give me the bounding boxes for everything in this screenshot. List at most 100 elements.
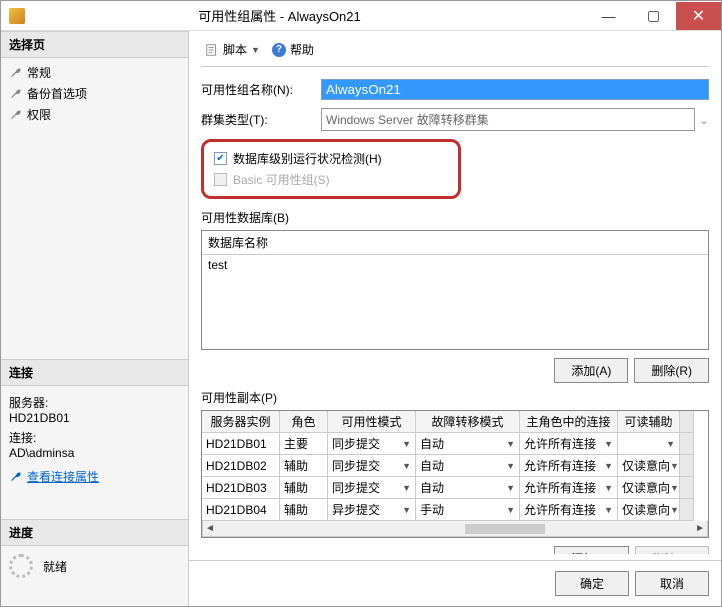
databases-label: 可用性数据库(B) [201,209,709,226]
window-controls: — ▢ ✕ [586,2,721,30]
help-icon: ? [272,43,286,57]
chevron-down-icon: ▼ [402,483,411,493]
replica-buttons: 添加(D) 删除(E) [201,546,709,554]
help-button[interactable]: ? 帮助 [268,39,318,60]
ok-button[interactable]: 确定 [555,571,629,596]
checkbox-checked-icon: ✔ [214,152,227,165]
db-remove-button[interactable]: 删除(R) [634,358,709,383]
chevron-down-icon: ▼ [604,461,613,471]
main-panel: 脚本 ▼ ? 帮助 可用性组名称(N): 群集类型(T): Windows Se [189,31,721,606]
cell-role: 主要 [280,433,328,455]
horizontal-scrollbar[interactable]: ◄ ► [202,521,708,537]
cell-mode[interactable]: 同步提交▼ [328,477,416,499]
server-value: HD21DB01 [9,411,180,425]
cell-server: HD21DB03 [202,477,280,499]
replica-row[interactable]: HD21DB03辅助同步提交▼自动▼允许所有连接▼仅读意向▼ [202,477,708,499]
cell-failover[interactable]: 自动▼ [416,477,520,499]
view-connection-properties[interactable]: 查看连接属性 [9,468,180,485]
chevron-down-icon: ⌄ [699,113,709,127]
close-button[interactable]: ✕ [676,2,721,30]
script-icon [205,43,219,57]
scroll-spacer [680,455,694,477]
replica-row[interactable]: HD21DB02辅助同步提交▼自动▼允许所有连接▼仅读意向▼ [202,455,708,477]
content-area: 选择页 常规 备份首选项 权限 连接 服务器: HD21DB01 [1,31,721,606]
cell-role: 辅助 [280,455,328,477]
cell-server: HD21DB01 [202,433,280,455]
col-primary-conn: 主角色中的连接 [520,411,618,433]
dialog-buttons: 确定 取消 [189,560,721,606]
cell-primary_conn[interactable]: 允许所有连接▼ [520,455,618,477]
cell-primary_conn[interactable]: 允许所有连接▼ [520,433,618,455]
app-icon [9,8,25,24]
conn-label: 连接: [9,429,180,446]
cell-server: HD21DB04 [202,499,280,521]
toolbar: 脚本 ▼ ? 帮助 [201,39,709,67]
chevron-down-icon: ▼ [251,45,260,55]
wrench-icon [9,470,23,484]
cell-failover[interactable]: 手动▼ [416,499,520,521]
cell-readable[interactable]: ▼ [618,433,680,455]
nav-permissions[interactable]: 权限 [9,104,180,125]
ag-name-input[interactable] [321,79,709,100]
cell-server: HD21DB02 [202,455,280,477]
basic-ag-label: Basic 可用性组(S) [233,171,330,188]
script-button[interactable]: 脚本 ▼ [201,39,264,60]
connection-header: 连接 [1,359,188,386]
scroll-right-icon[interactable]: ► [695,523,705,534]
maximize-button[interactable]: ▢ [631,2,676,30]
nav-list: 常规 备份首选项 权限 [1,58,188,129]
ag-name-row: 可用性组名称(N): [201,79,709,100]
nav-backup-prefs[interactable]: 备份首选项 [9,83,180,104]
nav-label: 备份首选项 [27,85,87,102]
db-add-button[interactable]: 添加(A) [554,358,628,383]
cell-failover[interactable]: 自动▼ [416,455,520,477]
chevron-down-icon: ▼ [402,439,411,449]
dialog-window: 可用性组属性 - AlwaysOn21 — ▢ ✕ 选择页 常规 备份首选项 [0,0,722,607]
cluster-type-select[interactable]: Windows Server 故障转移群集 [321,108,695,131]
chevron-down-icon: ▼ [666,439,675,449]
replica-row[interactable]: HD21DB01主要同步提交▼自动▼允许所有连接▼ ▼ [202,433,708,455]
chevron-down-icon: ▼ [670,483,679,493]
chevron-down-icon: ▼ [506,461,515,471]
ready-label: 就绪 [43,558,67,575]
chevron-down-icon: ▼ [506,439,515,449]
db-row[interactable]: test [202,255,708,275]
cell-mode[interactable]: 同步提交▼ [328,455,416,477]
replicas-label: 可用性副本(P) [201,389,709,406]
cell-readable[interactable]: 仅读意向▼ [618,499,680,521]
cell-primary_conn[interactable]: 允许所有连接▼ [520,499,618,521]
db-column-header: 数据库名称 [202,231,708,255]
replica-add-button[interactable]: 添加(D) [554,546,629,554]
sidebar: 选择页 常规 备份首选项 权限 连接 服务器: HD21DB01 [1,31,189,606]
col-role: 角色 [280,411,328,433]
cell-mode[interactable]: 同步提交▼ [328,433,416,455]
minimize-button[interactable]: — [586,2,631,30]
scroll-spacer [680,499,694,521]
col-readable: 可读辅助 [618,411,680,433]
server-label: 服务器: [9,394,180,411]
wrench-icon [9,87,23,101]
cluster-type-row: 群集类型(T): Windows Server 故障转移群集 ⌄ [201,108,709,131]
chevron-down-icon: ▼ [402,505,411,515]
cell-primary_conn[interactable]: 允许所有连接▼ [520,477,618,499]
cell-readable[interactable]: 仅读意向▼ [618,477,680,499]
scroll-left-icon[interactable]: ◄ [205,523,215,534]
nav-general[interactable]: 常规 [9,62,180,83]
cell-mode[interactable]: 异步提交▼ [328,499,416,521]
cluster-type-label: 群集类型(T): [201,111,321,128]
replica-row[interactable]: HD21DB04辅助异步提交▼手动▼允许所有连接▼仅读意向▼ [202,499,708,521]
cell-readable[interactable]: 仅读意向▼ [618,455,680,477]
select-page-header: 选择页 [1,31,188,58]
cell-failover[interactable]: 自动▼ [416,433,520,455]
cancel-button[interactable]: 取消 [635,571,709,596]
db-health-checkbox-row[interactable]: ✔ 数据库级别运行状况检测(H) [214,148,448,169]
replica-header-row: 服务器实例 角色 可用性模式 故障转移模式 主角色中的连接 可读辅助 [202,411,708,433]
nav-label: 常规 [27,64,51,81]
scroll-spacer [680,411,694,433]
spinner-icon [9,554,33,578]
replicas-table: 服务器实例 角色 可用性模式 故障转移模式 主角色中的连接 可读辅助 HD21D… [201,410,709,538]
databases-list: 数据库名称 test [201,230,709,350]
cluster-type-value: Windows Server 故障转移群集 [326,113,489,127]
scroll-thumb[interactable] [465,524,545,534]
scroll-spacer [680,433,694,455]
